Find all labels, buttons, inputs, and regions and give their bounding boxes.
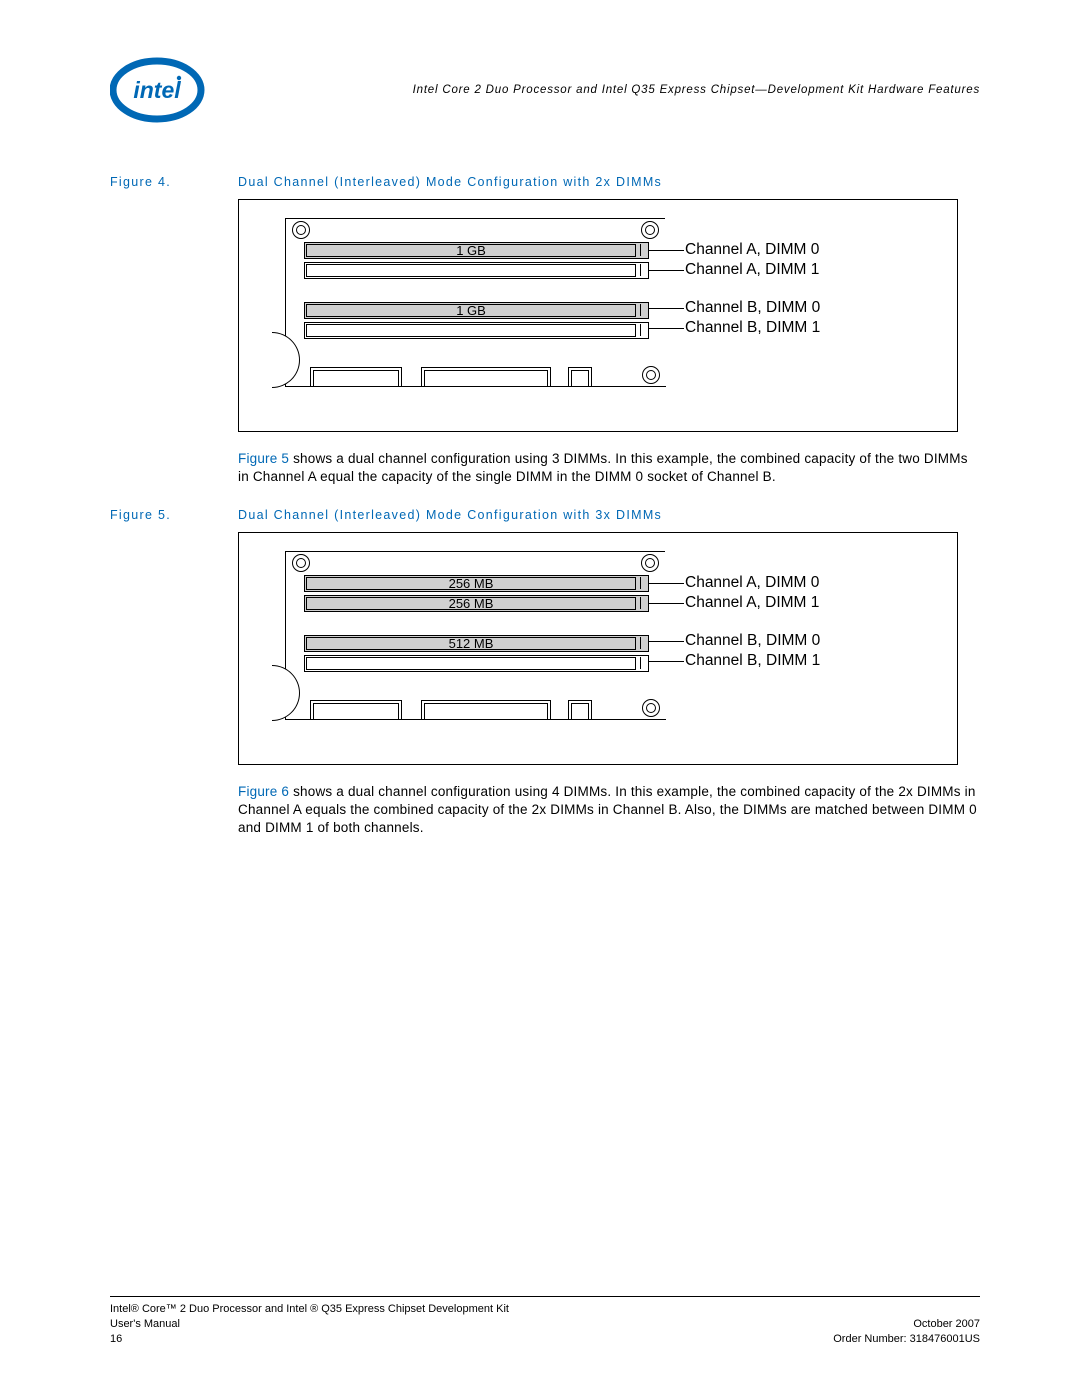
slot-label-a0: Channel A, DIMM 0 bbox=[685, 240, 819, 260]
dimm-slot-b0: 1 GB bbox=[304, 302, 649, 319]
screw-icon bbox=[642, 366, 660, 384]
slot-label-b1: Channel B, DIMM 1 bbox=[685, 318, 820, 338]
figure4-label: Figure 4. bbox=[110, 175, 238, 189]
leader-line bbox=[648, 270, 684, 271]
slot-label-a1: Channel A, DIMM 1 bbox=[685, 260, 819, 280]
dimm-slot-a1: 256 MB bbox=[304, 595, 649, 612]
dimm-slot-b1 bbox=[304, 655, 649, 672]
slot-label-b0: Channel B, DIMM 0 bbox=[685, 298, 820, 318]
figure5-label: Figure 5. bbox=[110, 508, 238, 522]
page-number: 16 bbox=[110, 1332, 122, 1347]
svg-text:intel: intel bbox=[133, 77, 181, 103]
board-cutout bbox=[272, 332, 300, 388]
dimm-slot-a1 bbox=[304, 262, 649, 279]
board-cutout bbox=[272, 665, 300, 721]
screw-icon bbox=[641, 221, 659, 239]
connector bbox=[568, 700, 592, 720]
screw-icon bbox=[292, 221, 310, 239]
body-paragraph-2: Figure 6 shows a dual channel configurat… bbox=[238, 783, 978, 837]
footer-right-1: October 2007 bbox=[913, 1317, 980, 1332]
screw-icon bbox=[292, 554, 310, 572]
figure5-diagram: 256 MB 256 MB 512 MB bbox=[238, 532, 980, 765]
dimm-slot-b0: 512 MB bbox=[304, 635, 649, 652]
connector bbox=[310, 367, 402, 387]
figure-reference: Figure 6 bbox=[238, 784, 289, 799]
leader-line bbox=[648, 308, 684, 309]
slot-label-b0: Channel B, DIMM 0 bbox=[685, 631, 820, 651]
leader-line bbox=[648, 328, 684, 329]
figure-reference: Figure 5 bbox=[238, 451, 289, 466]
intel-logo: intel bbox=[110, 55, 205, 125]
leader-line bbox=[648, 661, 684, 662]
page-header: intel Intel Core 2 Duo Processor and Int… bbox=[110, 55, 980, 125]
footer-left-1: User's Manual bbox=[110, 1317, 180, 1332]
figure5-title: Dual Channel (Interleaved) Mode Configur… bbox=[238, 508, 662, 522]
dimm-slot-a0: 1 GB bbox=[304, 242, 649, 259]
page-footer: Intel® Core™ 2 Duo Processor and Intel ®… bbox=[110, 1296, 980, 1347]
figure4-diagram: 1 GB 1 GB bbox=[238, 199, 980, 432]
connector bbox=[568, 367, 592, 387]
slot-label-b1: Channel B, DIMM 1 bbox=[685, 651, 820, 671]
order-number: Order Number: 318476001US bbox=[833, 1332, 980, 1347]
footer-product: Intel® Core™ 2 Duo Processor and Intel ®… bbox=[110, 1303, 980, 1315]
figure5-caption: Figure 5. Dual Channel (Interleaved) Mod… bbox=[110, 508, 980, 522]
body-paragraph-1: Figure 5 shows a dual channel configurat… bbox=[238, 450, 978, 486]
slot-label-a0: Channel A, DIMM 0 bbox=[685, 573, 819, 593]
leader-line bbox=[648, 603, 684, 604]
running-header: Intel Core 2 Duo Processor and Intel Q35… bbox=[205, 84, 980, 96]
slot-label-a1: Channel A, DIMM 1 bbox=[685, 593, 819, 613]
leader-line bbox=[648, 641, 684, 642]
leader-line bbox=[648, 250, 684, 251]
dimm-slot-b1 bbox=[304, 322, 649, 339]
figure4-title: Dual Channel (Interleaved) Mode Configur… bbox=[238, 175, 662, 189]
leader-line bbox=[648, 583, 684, 584]
connector bbox=[421, 700, 551, 720]
screw-icon bbox=[642, 699, 660, 717]
screw-icon bbox=[641, 554, 659, 572]
connector bbox=[421, 367, 551, 387]
connector bbox=[310, 700, 402, 720]
figure4-caption: Figure 4. Dual Channel (Interleaved) Mod… bbox=[110, 175, 980, 189]
dimm-slot-a0: 256 MB bbox=[304, 575, 649, 592]
